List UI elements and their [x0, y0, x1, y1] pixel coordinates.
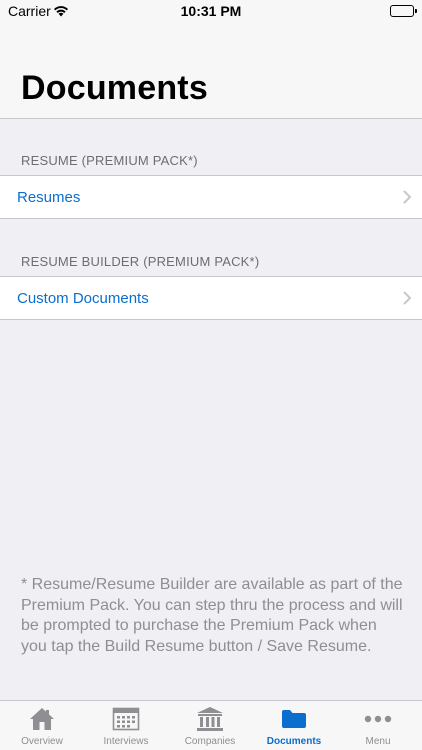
tab-menu[interactable]: Menu [336, 701, 420, 750]
tab-companies[interactable]: Companies [168, 701, 252, 750]
row-label: Resumes [17, 189, 81, 206]
tab-label: Menu [365, 736, 391, 747]
tab-documents[interactable]: Documents [252, 701, 336, 750]
navigation-header: Documents [0, 22, 422, 119]
chevron-right-icon [403, 291, 412, 310]
status-bar: Carrier 10:31 PM [0, 0, 422, 22]
battery-icon [390, 5, 417, 17]
section-header-resume-builder: RESUME BUILDER (PREMIUM PACK*) [21, 254, 260, 269]
row-resumes[interactable]: Resumes [0, 175, 422, 219]
home-icon [0, 705, 84, 733]
row-label: Custom Documents [17, 290, 149, 307]
tab-label: Documents [266, 736, 322, 747]
tab-label: Interviews [103, 736, 149, 747]
page-title: Documents [21, 69, 208, 107]
tab-bar: Overview Interviews Companies Documents … [0, 700, 422, 750]
bank-icon [168, 705, 252, 733]
tab-label: Overview [21, 736, 63, 747]
clock: 10:31 PM [180, 3, 242, 19]
tab-label: Companies [184, 736, 236, 747]
row-custom-documents[interactable]: Custom Documents [0, 276, 422, 320]
tab-interviews[interactable]: Interviews [84, 701, 168, 750]
calendar-icon [84, 705, 168, 733]
tab-overview[interactable]: Overview [0, 701, 84, 750]
section-header-resume: RESUME (PREMIUM PACK*) [21, 153, 198, 168]
more-icon [336, 705, 420, 733]
premium-footnote: * Resume/Resume Builder are available as… [21, 576, 403, 655]
chevron-right-icon [403, 190, 412, 209]
folder-icon [252, 705, 336, 733]
